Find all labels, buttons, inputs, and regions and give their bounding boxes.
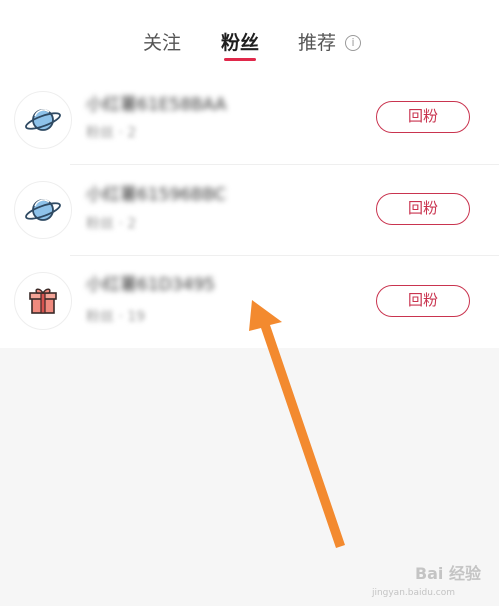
watermark-url: jingyan.baidu.com bbox=[371, 588, 455, 598]
fan-subtitle: 粉丝 · 19 bbox=[86, 309, 146, 325]
info-icon[interactable]: i bbox=[345, 35, 361, 51]
list-item[interactable]: 小红薯61596BBC 粉丝 · 2 回粉 bbox=[0, 165, 499, 255]
fan-name[interactable]: 小红薯61E58BAA bbox=[86, 90, 226, 115]
list-item[interactable]: 小红薯61E58BAA 粉丝 · 2 回粉 bbox=[0, 74, 499, 164]
follow-back-button[interactable]: 回粉 bbox=[376, 193, 470, 225]
active-tab-underline bbox=[224, 58, 256, 61]
tab-following[interactable]: 关注 bbox=[143, 30, 181, 56]
planet-icon bbox=[25, 199, 61, 221]
watermark-logo: Bai 经验 bbox=[414, 564, 481, 583]
tab-recommend[interactable]: 推荐 bbox=[298, 30, 336, 56]
fan-name[interactable]: 小红薯61D3495 bbox=[86, 270, 215, 295]
tab-bar: 关注 粉丝 推荐 bbox=[0, 30, 499, 70]
fan-name[interactable]: 小红薯61596BBC bbox=[86, 180, 226, 205]
planet-icon bbox=[25, 109, 61, 131]
avatar[interactable] bbox=[14, 272, 72, 330]
gift-icon bbox=[29, 288, 57, 314]
follow-back-button[interactable]: 回粉 bbox=[376, 285, 470, 317]
list-item[interactable]: 小红薯61D3495 粉丝 · 19 回粉 bbox=[0, 256, 499, 346]
follow-back-button[interactable]: 回粉 bbox=[376, 101, 470, 133]
avatar[interactable] bbox=[14, 181, 72, 239]
tab-fans[interactable]: 粉丝 bbox=[221, 30, 259, 56]
fans-panel: 关注 粉丝 推荐 i 小红薯61E58BAA 粉丝 · 2 回粉 小红薯6159… bbox=[0, 0, 499, 348]
fan-subtitle: 粉丝 · 2 bbox=[86, 125, 137, 141]
fan-subtitle: 粉丝 · 2 bbox=[86, 216, 137, 232]
avatar[interactable] bbox=[14, 91, 72, 149]
